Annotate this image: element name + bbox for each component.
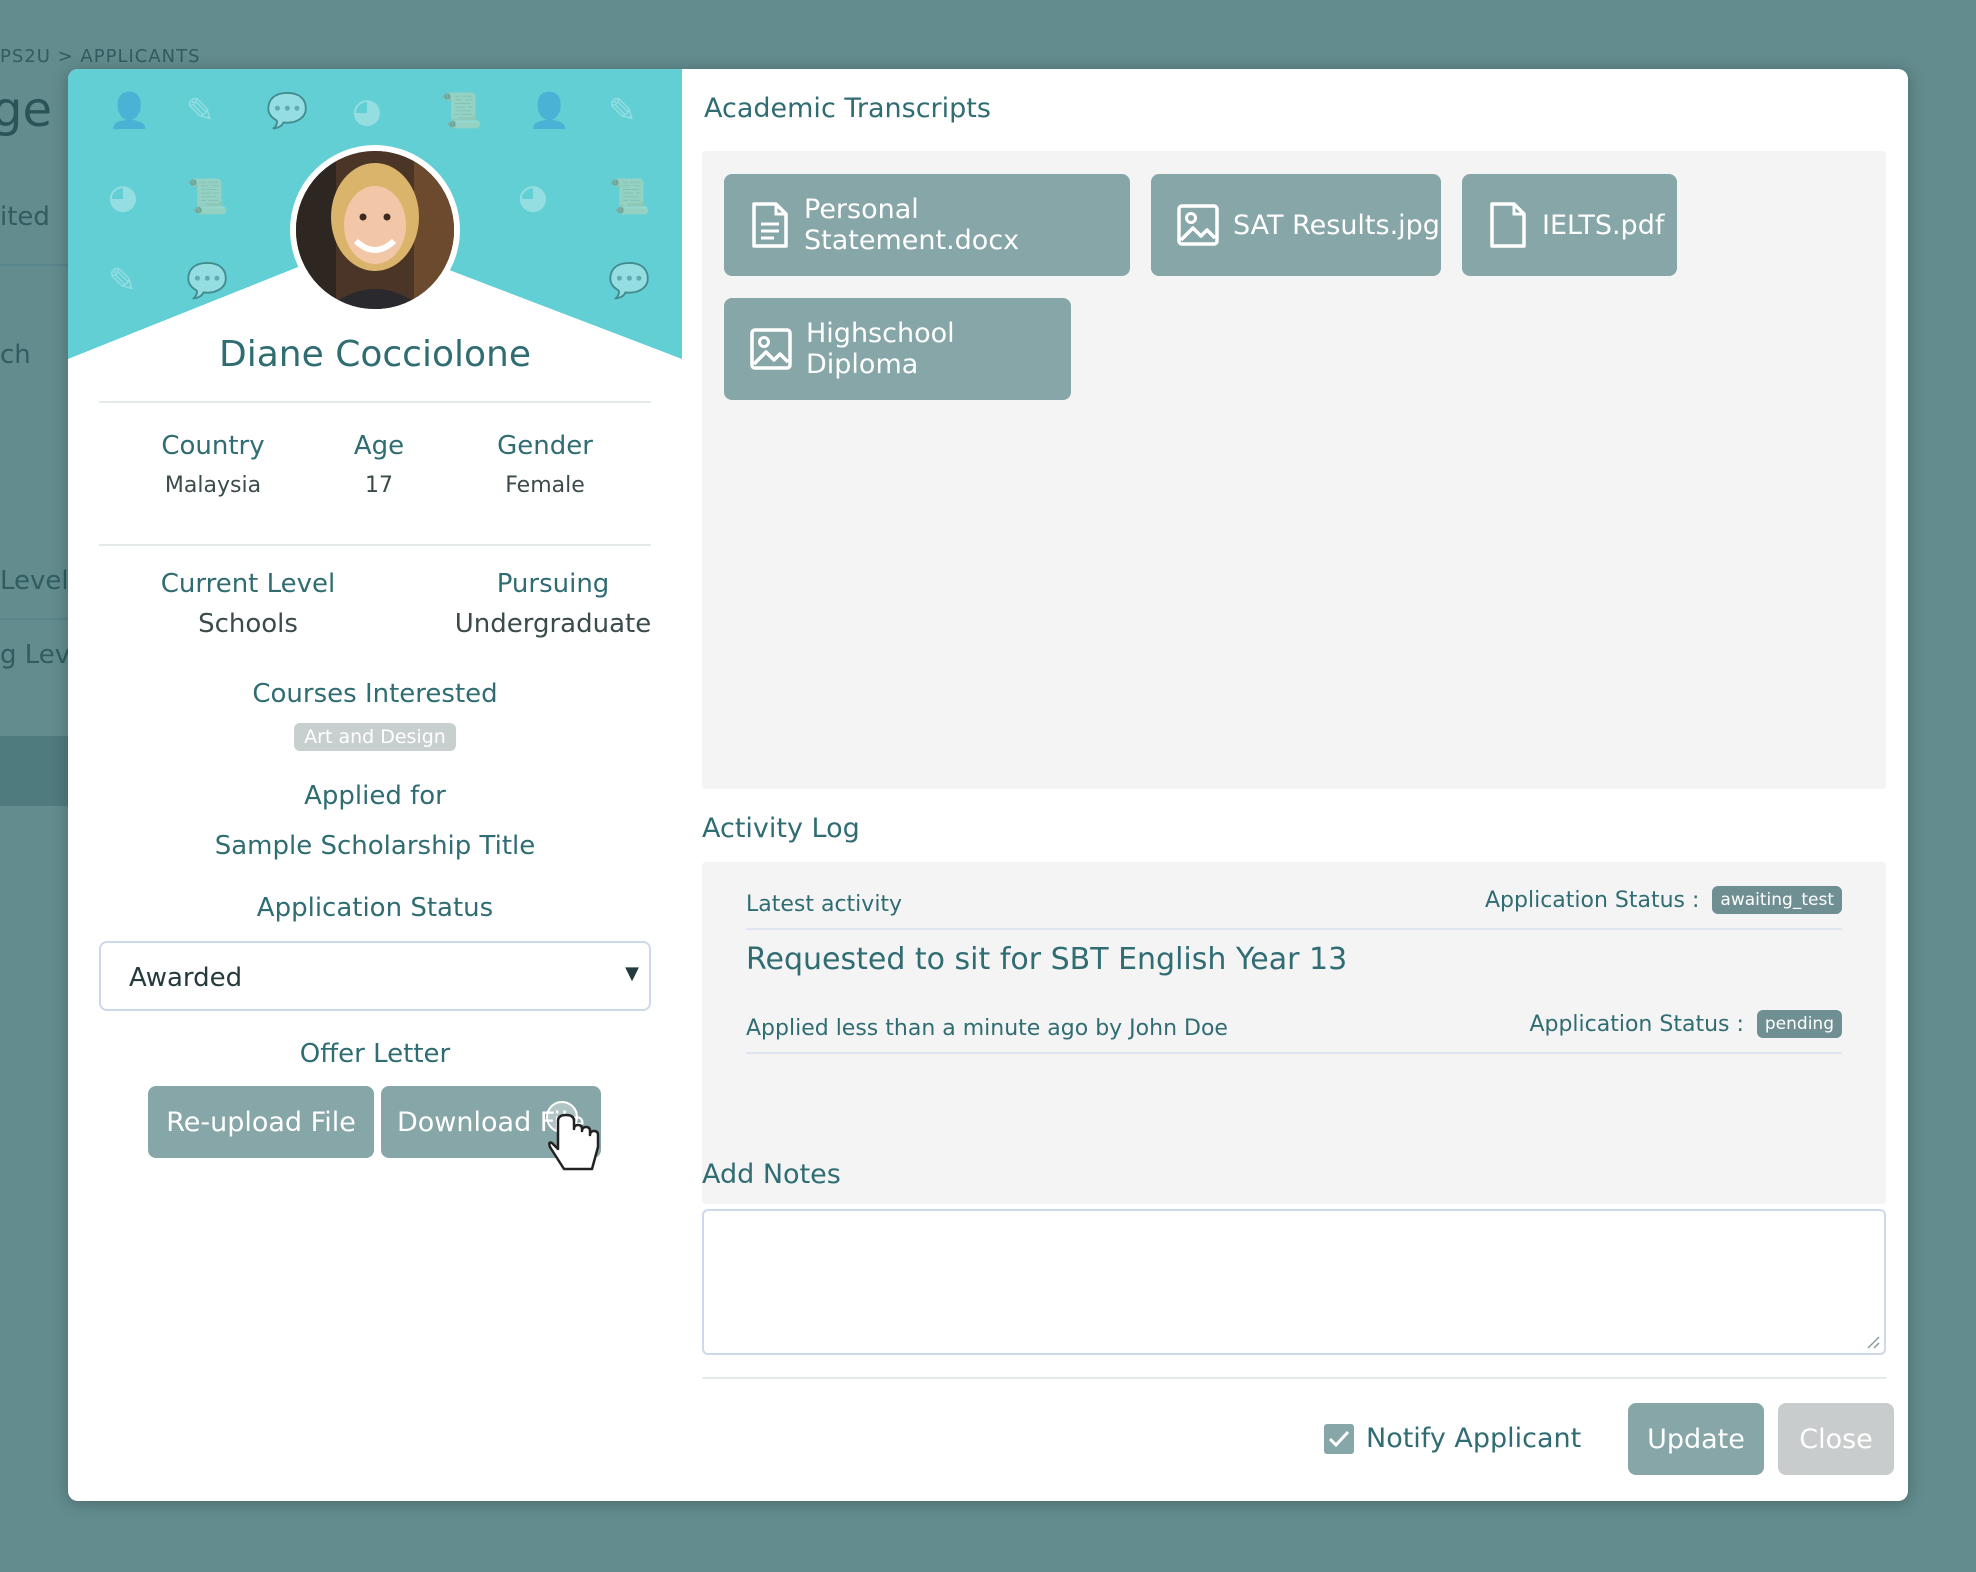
transcript-file-personal-statement[interactable]: Personal Statement.docx [724, 174, 1130, 276]
current-level-stat: Current Level Schools [148, 569, 348, 639]
reupload-file-button[interactable]: Re-upload File [148, 1086, 374, 1158]
pursuing-value: Undergraduate [454, 609, 652, 639]
transcript-file-label: Personal Statement.docx [804, 194, 1020, 256]
transcript-file-ielts[interactable]: IELTS.pdf [1462, 174, 1677, 276]
country-label: Country [161, 431, 265, 461]
country-stat: Country Malaysia [128, 431, 298, 498]
image-icon [1177, 204, 1219, 246]
update-button[interactable]: Update [1628, 1403, 1764, 1475]
gender-stat: Gender Female [460, 431, 630, 498]
image-icon [750, 328, 792, 370]
applied-label: Applied for [304, 781, 446, 811]
transcript-file-sat-results[interactable]: SAT Results.jpg [1151, 174, 1441, 276]
divider [702, 1377, 1886, 1379]
applied-value: Sample Scholarship Title [214, 831, 536, 861]
activity-log-panel: Latest activity Application Status : awa… [702, 862, 1886, 1204]
courses-label: Courses Interested [252, 679, 498, 709]
check-icon [1328, 1430, 1350, 1448]
status-badge: awaiting_test [1712, 886, 1842, 914]
transcript-file-label: IELTS.pdf [1542, 209, 1665, 241]
application-status-label: Application Status : [1484, 888, 1700, 913]
gender-value: Female [505, 473, 585, 498]
chevron-down-icon: ▼ [625, 963, 639, 984]
file-icon [1490, 202, 1526, 248]
activity-applied-text: Applied less than a minute ago by John D… [746, 1016, 1228, 1041]
activity-status-row: Application Status : pending [1529, 1010, 1842, 1038]
profile-panel: 👤 ✎ 💬 ◕ 📜 👤 ✎ ◕ 📜 ◕ 📜 ✎ 💬 💬 Diane Coccio… [68, 69, 682, 1501]
applicant-modal: 👤 ✎ 💬 ◕ 📜 👤 ✎ ◕ 📜 ◕ 📜 ✎ 💬 💬 Diane Coccio… [68, 69, 1908, 1501]
current-level-label: Current Level [160, 569, 336, 599]
divider [99, 544, 651, 546]
notify-applicant-checkbox[interactable] [1324, 1424, 1354, 1454]
divider [99, 401, 651, 403]
offer-letter-label: Offer Letter [299, 1039, 451, 1069]
pursuing-stat: Pursuing Undergraduate [438, 569, 668, 639]
applicant-name: Diane Cocciolone [219, 334, 531, 375]
status-badge: pending [1756, 1010, 1842, 1038]
gender-label: Gender [497, 431, 593, 461]
document-icon [752, 202, 788, 248]
age-stat: Age 17 [294, 431, 464, 498]
details-panel: Academic Transcripts Personal Statement.… [702, 69, 1894, 1501]
background-item: ch [0, 340, 31, 370]
activity-status-row: Application Status : awaiting_test [1485, 886, 1842, 914]
application-status-select[interactable]: Awarded ▼ [99, 941, 651, 1011]
resize-grip-icon[interactable] [1864, 1333, 1880, 1349]
hand-cursor-icon [546, 1101, 600, 1171]
divider [746, 1052, 1842, 1054]
background-item: g Lev [0, 640, 71, 670]
avatar-photo [296, 151, 454, 309]
transcript-file-label: Highschool Diploma [806, 318, 955, 380]
academic-transcripts-title: Academic Transcripts [704, 93, 991, 124]
activity-message: Requested to sit for SBT English Year 13 [746, 942, 1348, 977]
transcript-file-highschool-diploma[interactable]: Highschool Diploma [724, 298, 1071, 400]
close-button[interactable]: Close [1778, 1403, 1894, 1475]
application-status-value: Awarded [129, 963, 243, 993]
application-status-label: Application Status [256, 893, 494, 923]
course-tags: Art and Design [68, 723, 682, 751]
course-tag: Art and Design [294, 723, 456, 751]
activity-log-title: Activity Log [702, 813, 860, 844]
background-item: ited [0, 202, 50, 232]
add-notes-title: Add Notes [702, 1159, 841, 1190]
country-value: Malaysia [164, 473, 262, 498]
age-value: 17 [365, 473, 393, 498]
background-breadcrumb: PS2U > APPLICANTS [0, 46, 201, 67]
notes-textarea[interactable] [702, 1209, 1886, 1355]
notify-applicant-label[interactable]: Notify Applicant [1366, 1423, 1581, 1454]
background-item: Level [0, 566, 69, 596]
current-level-value: Schools [198, 609, 298, 639]
divider [746, 928, 1842, 930]
latest-activity-label: Latest activity [746, 892, 903, 917]
avatar [290, 145, 460, 315]
pursuing-label: Pursuing [496, 569, 610, 599]
age-label: Age [353, 431, 405, 461]
transcript-file-label: SAT Results.jpg [1233, 209, 1440, 241]
application-status-label: Application Status : [1529, 1012, 1744, 1037]
